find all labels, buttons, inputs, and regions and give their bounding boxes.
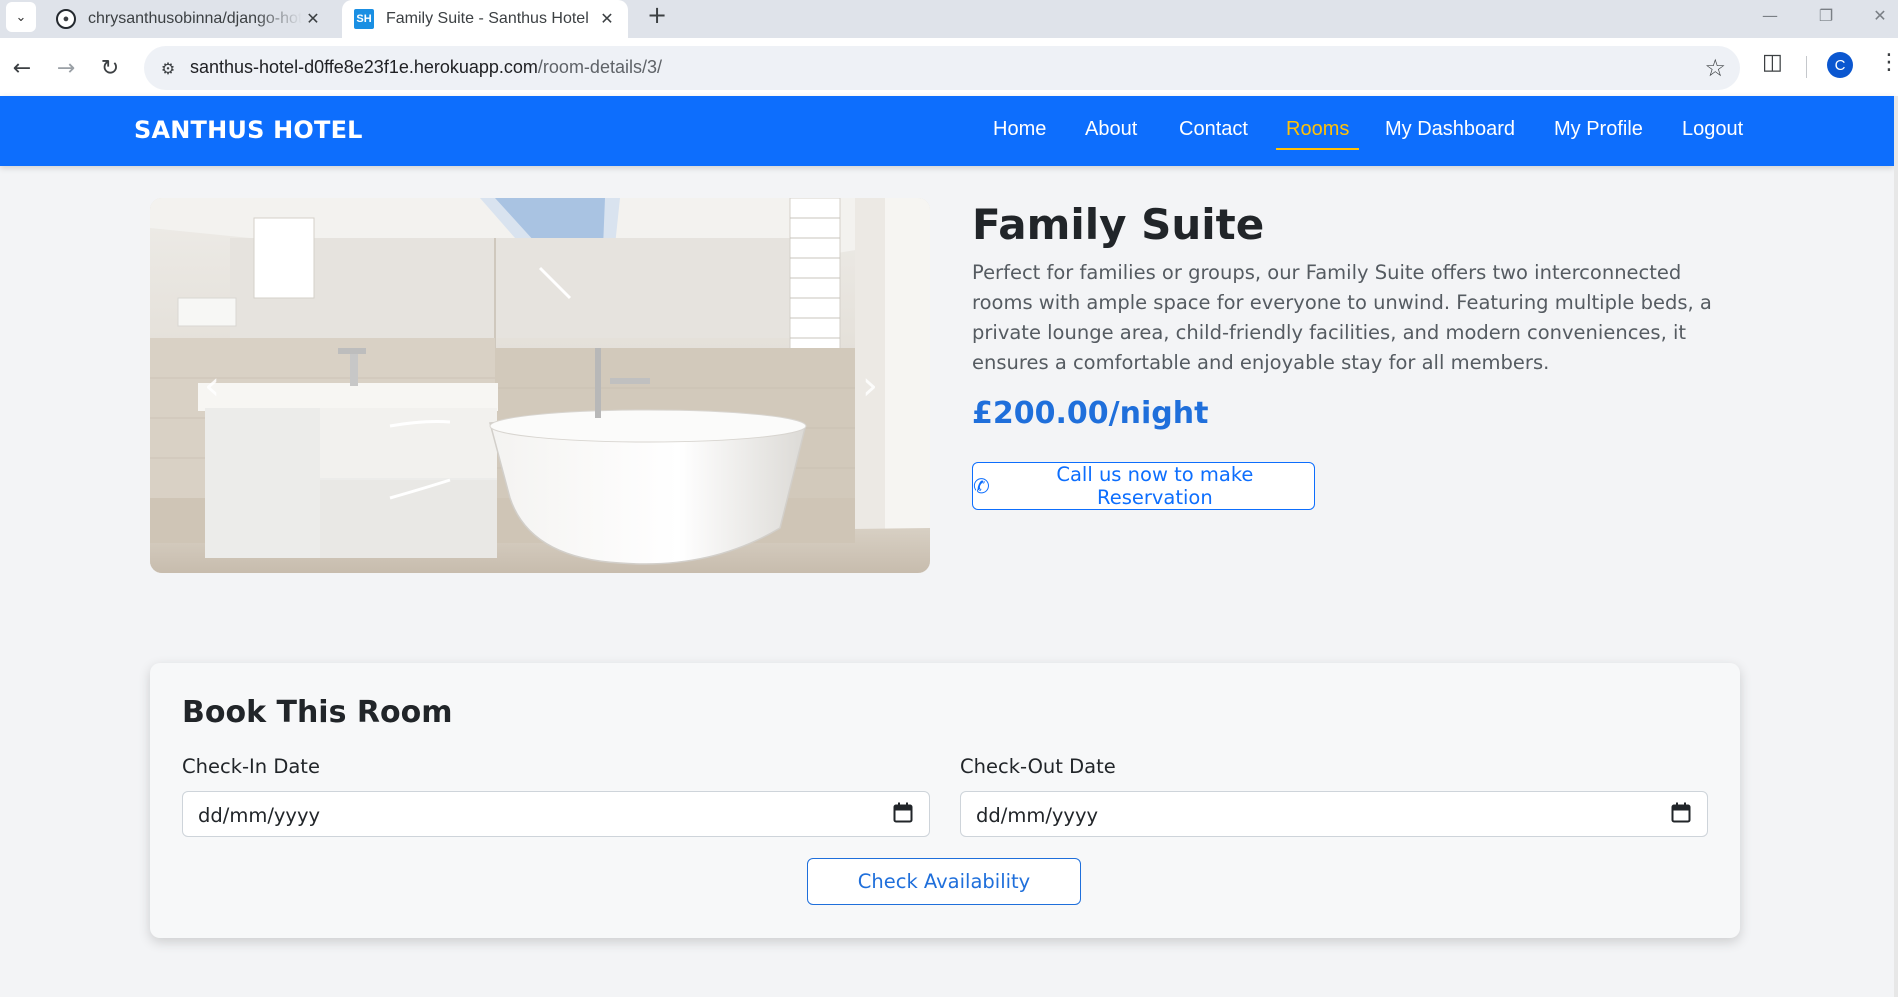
url-path: /room-details/3/: [537, 57, 662, 77]
address-bar[interactable]: ⚙ santhus-hotel-d0ffe8e23f1e.herokuapp.c…: [144, 46, 1740, 90]
check-in-date-input[interactable]: dd/mm/yyyy: [182, 791, 930, 837]
nav-about[interactable]: About: [1085, 118, 1137, 141]
tab-family-suite[interactable]: SH Family Suite - Santhus Hotel ✕: [342, 0, 628, 38]
bookmark-star-icon[interactable]: ☆: [1704, 54, 1726, 82]
booking-card: Book This Room Check-In Date Check-Out D…: [150, 663, 1740, 938]
check-in-label: Check-In Date: [182, 755, 320, 778]
nav-my-profile[interactable]: My Profile: [1554, 118, 1643, 141]
call-reservation-label: Call us now to make Reservation: [1056, 463, 1254, 509]
forward-arrow-icon[interactable]: →: [50, 52, 82, 84]
check-out-date-value: dd/mm/yyyy: [976, 804, 1099, 827]
toolbar-divider: [1806, 56, 1807, 78]
restore-icon[interactable]: ❐: [1798, 0, 1854, 30]
carousel-prev-chevron-icon[interactable]: ‹: [192, 363, 232, 409]
profile-avatar[interactable]: C: [1827, 52, 1853, 78]
tab-title: chrysanthusobinna/django-hotel: [88, 10, 302, 27]
reload-icon[interactable]: ↻: [94, 52, 126, 84]
nav-logout[interactable]: Logout: [1682, 118, 1743, 141]
url-text[interactable]: santhus-hotel-d0ffe8e23f1e.herokuapp.com…: [190, 57, 662, 78]
minimize-icon[interactable]: —: [1742, 0, 1798, 30]
site-navbar: SANTHUS HOTEL Home About Contact Rooms M…: [0, 96, 1894, 166]
nav-my-dashboard[interactable]: My Dashboard: [1385, 118, 1515, 141]
check-out-label: Check-Out Date: [960, 755, 1116, 778]
site-favicon: SH: [354, 9, 374, 29]
close-icon[interactable]: ✕: [302, 8, 324, 30]
check-availability-button[interactable]: Check Availability: [807, 858, 1081, 905]
bathroom-photo: [150, 198, 930, 573]
calendar-icon[interactable]: [893, 802, 913, 824]
browser-toolbar: ← → ↻ ⚙ santhus-hotel-d0ffe8e23f1e.herok…: [0, 38, 1898, 96]
room-description: Perfect for families or groups, our Fami…: [972, 261, 1712, 374]
carousel-next-chevron-icon[interactable]: ›: [850, 363, 890, 409]
nav-links: Home About Contact Rooms My Dashboard My…: [0, 96, 1894, 166]
back-arrow-icon[interactable]: ←: [6, 52, 38, 84]
room-title: Family Suite: [972, 200, 1265, 249]
tab-github[interactable]: ● chrysanthusobinna/django-hotel ✕: [44, 0, 334, 38]
tab-search-chevron-icon[interactable]: ⌄: [6, 2, 36, 32]
check-in-date-value: dd/mm/yyyy: [198, 804, 321, 827]
call-reservation-button[interactable]: ✆ Call us now to make Reservation: [972, 462, 1315, 510]
nav-contact[interactable]: Contact: [1179, 118, 1248, 141]
close-icon[interactable]: ✕: [596, 8, 618, 30]
phone-icon: ✆: [973, 474, 990, 498]
new-tab-button[interactable]: +: [640, 0, 674, 30]
booking-heading: Book This Room: [182, 695, 453, 730]
more-menu-icon[interactable]: ⋮: [1878, 50, 1898, 75]
site-info-icon[interactable]: ⚙: [156, 57, 180, 79]
check-out-date-input[interactable]: dd/mm/yyyy: [960, 791, 1708, 837]
room-price: £200.00/night: [972, 396, 1209, 431]
url-host: santhus-hotel-d0ffe8e23f1e.herokuapp.com: [190, 57, 538, 77]
nav-home[interactable]: Home: [993, 118, 1046, 141]
calendar-icon[interactable]: [1671, 802, 1691, 824]
browser-tab-bar: ⌄ ● chrysanthusobinna/django-hotel ✕ SH …: [0, 0, 1898, 38]
window-close-icon[interactable]: ✕: [1852, 0, 1898, 30]
extensions-puzzle-icon[interactable]: ◫: [1762, 50, 1783, 75]
tab-title: Family Suite - Santhus Hotel: [386, 10, 589, 27]
page-scrollbar[interactable]: [1894, 96, 1898, 997]
room-image-carousel[interactable]: ‹ ›: [150, 198, 930, 573]
github-icon: ●: [56, 9, 76, 29]
nav-rooms[interactable]: Rooms: [1275, 118, 1360, 150]
